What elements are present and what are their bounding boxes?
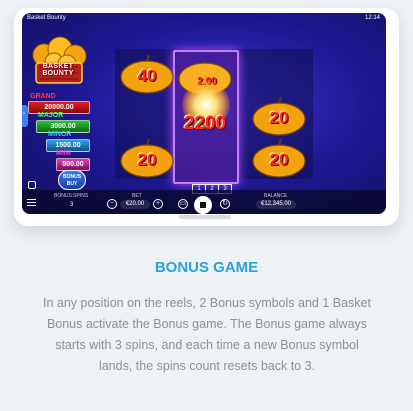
apple-symbol-r3-c3: 20: [250, 139, 308, 179]
home-indicator: [179, 215, 231, 219]
apple-symbol-r3-c1: 20: [118, 139, 176, 179]
bet-decrease-button[interactable]: −: [107, 199, 117, 209]
stop-button[interactable]: [194, 196, 212, 214]
apple-basket-logo-icon: [32, 36, 87, 84]
bonus-spins-label: BONUS SPINS: [54, 193, 89, 199]
jackpot-mini: MINI 500.00: [28, 150, 94, 171]
balance-value: €12,345.00: [256, 200, 296, 209]
jackpot-grand: GRAND 20000.00: [28, 93, 94, 114]
jackpot-major: MAJOR 3000.00: [28, 112, 94, 133]
bonus-buy-button[interactable]: BONUS BUY: [58, 170, 86, 190]
top-bar: Basket Bounty 12:14: [22, 13, 386, 23]
menu-icon[interactable]: [27, 199, 36, 208]
section-description: In any position on the reels, 2 Bonus sy…: [43, 296, 371, 373]
symbol-value: 20: [269, 108, 289, 127]
symbol-value-r2-c2: 2200: [183, 113, 227, 134]
apple-symbol-r1-c1: 40: [118, 55, 176, 95]
chevron-right-icon: ›: [23, 111, 25, 117]
info-icon[interactable]: [28, 181, 36, 189]
turbo-icon[interactable]: ↻: [220, 199, 230, 209]
bet-label: BET: [132, 193, 142, 199]
symbol-value: 40: [137, 66, 157, 85]
symbol-value: 20: [137, 150, 157, 169]
autoplay-icon[interactable]: ▭: [178, 199, 188, 209]
bet-value: €20.00: [120, 200, 150, 209]
clock: 12:14: [364, 15, 380, 21]
game-name: Basket Bounty: [27, 15, 66, 21]
bet-increase-button[interactable]: +: [153, 199, 163, 209]
game-screen: Basket Bounty 12:14 BASKET BOUNTY › GRAN…: [22, 13, 386, 214]
section-title: BONUS GAME: [154, 259, 259, 276]
jackpot-grand-label: GRAND: [30, 93, 56, 100]
balance-label: BALANCE: [264, 193, 288, 199]
jackpot-major-label: MAJOR: [38, 112, 64, 119]
jackpot-mini-label: MINI: [56, 150, 71, 157]
apple-symbol-r2-c3: 20: [250, 97, 308, 137]
game-logo-text: BASKET BOUNTY: [42, 63, 74, 77]
bonus-spins-value: 3: [70, 202, 74, 208]
jackpot-minor: MINOR 1500.00: [28, 131, 94, 152]
stop-icon: [200, 202, 206, 208]
symbol-value: 20: [269, 150, 289, 169]
jackpot-minor-label: MINOR: [48, 131, 72, 138]
